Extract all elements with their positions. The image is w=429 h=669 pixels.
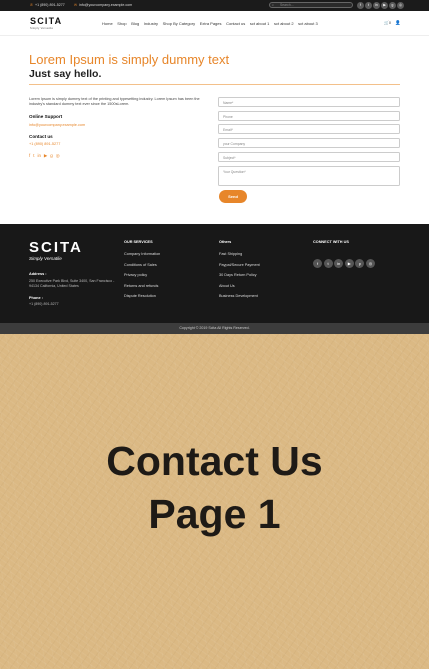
send-button[interactable]: Send: [219, 190, 247, 203]
promo-subtitle: Page 1: [148, 491, 281, 537]
copyright-bar: Copyright © 2019 Scita All Rights Reserv…: [0, 323, 429, 334]
nav-sct-about-2[interactable]: sct about 2: [274, 21, 294, 26]
linkedin-icon[interactable]: in: [373, 2, 380, 9]
question-textarea[interactable]: Your Question*: [218, 166, 400, 186]
nav-shop[interactable]: Shop: [117, 21, 126, 26]
services-column: OUR SERVICES Company Information Conditi…: [124, 240, 161, 299]
youtube-icon[interactable]: ▶: [381, 2, 388, 9]
twitter-icon[interactable]: t: [33, 153, 34, 158]
site-logo[interactable]: SCITA Simply Versatile: [30, 17, 62, 31]
main-nav: Home Shop Blog Industry Shop By Category Extr…: [102, 21, 322, 26]
instagram-icon[interactable]: ◎: [365, 259, 375, 268]
phone-label: Phone :: [29, 296, 43, 300]
footer-link[interactable]: Dispute Resolution: [124, 294, 160, 298]
twitter-icon[interactable]: t: [323, 259, 333, 268]
facebook-icon[interactable]: f: [313, 259, 322, 268]
facebook-icon[interactable]: f: [29, 153, 30, 158]
top-bar: ✆ +1 (890) 891-5277 ✉ info@yourcompany.exa…: [0, 0, 429, 11]
subject-field[interactable]: Subject*: [218, 152, 400, 162]
footer-logo[interactable]: SCITA Simply Versatile: [29, 240, 83, 261]
topbar-social: f t in ▶ g ◎: [357, 2, 405, 9]
search-icon: ⌕: [272, 3, 274, 7]
promo-banner: Contact Us Page 1: [0, 334, 429, 669]
page-title: Lorem Ipsum is simply dummy text: [29, 52, 230, 67]
page-subtitle: Just say hello.: [29, 68, 102, 80]
phone-field[interactable]: Phone: [218, 111, 400, 121]
contact-phone-link[interactable]: +1 (890) 891-5277: [29, 142, 60, 146]
instagram-icon[interactable]: ◎: [397, 2, 404, 9]
divider: [29, 84, 400, 85]
github-icon[interactable]: g: [50, 153, 52, 158]
topbar-phone[interactable]: ✆ +1 (890) 891-5277: [30, 3, 65, 7]
footer-link[interactable]: Conditions of Sales: [124, 263, 160, 267]
twitter-icon[interactable]: t: [365, 2, 372, 9]
nav-sct-about-3[interactable]: sct about 3: [298, 21, 318, 26]
instagram-icon[interactable]: ◎: [56, 153, 60, 158]
nav-extra-pages[interactable]: Extra Pages: [200, 21, 222, 26]
footer-link[interactable]: About Us: [219, 284, 260, 288]
footer-link[interactable]: Business Development: [219, 294, 260, 298]
connect-column: CONNECT WITH US: [313, 240, 349, 244]
promo-title: Contact Us: [106, 438, 323, 484]
github-icon[interactable]: g: [389, 2, 396, 9]
nav-blog[interactable]: Blog: [131, 21, 139, 26]
name-field[interactable]: Name*: [218, 97, 400, 107]
mail-icon: ✉: [74, 3, 78, 7]
nav-industry[interactable]: Industry: [144, 21, 158, 26]
address-label: Address :: [29, 272, 47, 276]
intro-text: Lorem Ipsum is simply dummy text of the …: [29, 97, 200, 106]
nav-contact-us[interactable]: Contact us: [226, 21, 245, 26]
contact-heading: Contact us: [29, 134, 53, 139]
footer-phone[interactable]: +1 (890) 891-5277: [29, 302, 59, 307]
youtube-icon[interactable]: ▶: [344, 259, 354, 268]
phone-icon: ✆: [30, 3, 34, 7]
footer-link[interactable]: Company Information: [124, 252, 160, 256]
youtube-icon[interactable]: ▶: [44, 153, 47, 158]
linkedin-icon[interactable]: in: [334, 259, 344, 268]
nav-home[interactable]: Home: [102, 21, 113, 26]
footer-link[interactable]: Privacy policy: [124, 273, 160, 277]
footer-link[interactable]: Paypal/Secure Payment: [219, 263, 260, 267]
footer-social: f t in ▶ p ◎: [313, 252, 377, 270]
linkedin-icon[interactable]: in: [37, 153, 40, 158]
company-field[interactable]: your Company: [218, 138, 400, 148]
online-support-heading: Online Support: [29, 114, 63, 119]
footer-link[interactable]: 30 Days Return Policy: [219, 273, 260, 277]
contact-social: f t in ▶ g ◎: [29, 153, 63, 159]
user-icon[interactable]: 👤: [395, 20, 400, 26]
address-text: 250 Executive Park Blvd, Suite 3400, San…: [29, 279, 115, 288]
footer-link[interactable]: Fast Shipping: [219, 252, 260, 256]
nav-sct-about-1[interactable]: sct about 1: [250, 21, 270, 26]
others-column: Others Fast Shipping Paypal/Secure Payme…: [219, 240, 260, 299]
topbar-email[interactable]: ✉ info@yourcompany.example.com: [74, 3, 132, 7]
nav-shop-by-category[interactable]: Shop By Category: [163, 21, 195, 26]
cart-button[interactable]: 🛒0: [384, 20, 391, 25]
support-email-link[interactable]: info@yourcompany.example.com: [29, 123, 85, 127]
facebook-icon[interactable]: f: [357, 2, 364, 9]
email-field[interactable]: Email*: [218, 124, 400, 134]
cart-count: 0: [388, 21, 391, 25]
pinterest-icon[interactable]: p: [355, 259, 365, 268]
search-input[interactable]: ⌕ Search...: [269, 2, 353, 8]
site-footer: SCITA Simply Versatile Address : 250 Exe…: [0, 224, 429, 323]
site-header: SCITA Simply Versatile Home Shop Blog Indus…: [0, 11, 429, 36]
footer-link[interactable]: Returns and refunds: [124, 284, 160, 288]
